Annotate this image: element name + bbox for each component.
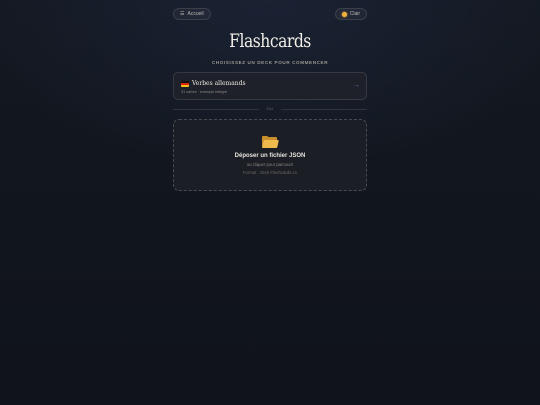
page-subtitle: CHOISISSEZ UN DECK POUR COMMENCER <box>211 60 329 65</box>
arrow-right-icon: → <box>353 82 360 89</box>
menu-icon: ☰ <box>180 10 185 17</box>
page-title: Flashcards <box>229 30 311 52</box>
home-button[interactable]: ☰ Accueil <box>173 8 211 20</box>
open-folder-icon <box>262 136 279 148</box>
home-button-label: Accueil <box>187 11 204 17</box>
germany-flag-icon <box>181 80 189 87</box>
top-bar: ☰ Accueil Clair <box>173 8 367 21</box>
divider-line-right <box>281 109 367 110</box>
dropzone-format: Format : deck Flashcards v1 <box>242 170 298 175</box>
deck-name: Verbes allemands <box>192 80 246 87</box>
theme-toggle-label: Clair <box>349 11 360 17</box>
deck-card-verbes-allemands[interactable]: Verbes allemands 31 cartes · exemple int… <box>173 72 367 100</box>
or-divider: OU <box>173 106 367 112</box>
theme-toggle-button[interactable]: Clair <box>334 8 367 20</box>
sun-icon <box>341 11 347 17</box>
deck-meta: 31 cartes · exemple intégré <box>181 90 228 94</box>
dropzone-title: Déposer un fichier JSON <box>234 153 306 159</box>
deck-title-row: Verbes allemands <box>181 80 246 87</box>
dropzone-subtitle: ou cliquer pour parcourir <box>246 162 294 167</box>
